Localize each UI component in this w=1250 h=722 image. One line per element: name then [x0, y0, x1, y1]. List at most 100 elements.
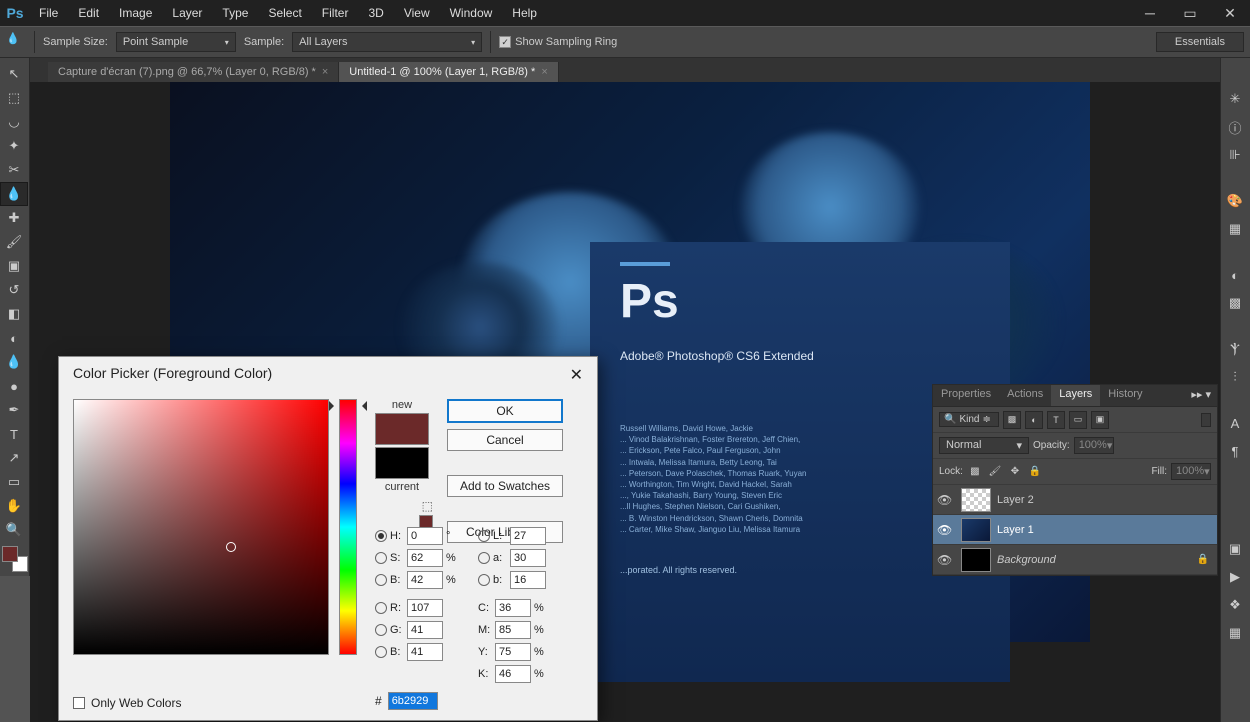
brush-tool[interactable]: 🖌 — [0, 230, 28, 254]
filter-adjust-icon[interactable]: ◐ — [1025, 411, 1043, 429]
channels-icon[interactable]: ▦ — [1221, 620, 1249, 646]
layer-row[interactable]: 👁Layer 1 — [933, 515, 1217, 545]
filter-shape-icon[interactable]: ▭ — [1069, 411, 1087, 429]
layer-name[interactable]: Layer 1 — [997, 524, 1213, 536]
shape-tool[interactable]: ▭ — [0, 470, 28, 494]
gradient-tool[interactable]: ◐ — [0, 326, 28, 350]
close-button[interactable]: ✕ — [1210, 0, 1250, 26]
minimize-button[interactable]: ─ — [1130, 0, 1170, 26]
panel-menu-icon[interactable]: ▸▸ ▾ — [1185, 385, 1217, 406]
brush-panel-icon[interactable]: Ⲯ — [1221, 336, 1249, 362]
layer-thumbnail[interactable] — [961, 518, 991, 542]
hex-input[interactable] — [388, 692, 438, 710]
lock-transparent-icon[interactable]: ▩ — [967, 464, 983, 480]
menu-help[interactable]: Help — [503, 2, 546, 24]
opacity-value[interactable]: 100%▾ — [1074, 437, 1114, 454]
visibility-icon[interactable]: 👁 — [937, 493, 955, 507]
b-radio[interactable] — [375, 574, 387, 586]
blur-tool[interactable]: 💧 — [0, 350, 28, 374]
hand-tool[interactable]: ✋ — [0, 494, 28, 518]
lasso-tool[interactable]: ◡ — [0, 110, 28, 134]
r-radio[interactable] — [375, 602, 387, 614]
panel-tab-layers[interactable]: Layers — [1051, 385, 1100, 406]
tab-close-icon[interactable]: × — [322, 66, 328, 78]
move-tool[interactable]: ↖ — [0, 62, 28, 86]
h-radio[interactable] — [375, 530, 387, 542]
compass-icon[interactable]: ✳ — [1221, 86, 1249, 112]
lock-pixels-icon[interactable]: 🖌 — [987, 464, 1003, 480]
pen-tool[interactable]: ✒ — [0, 398, 28, 422]
lock-all-icon[interactable]: 🔒 — [1027, 464, 1043, 480]
foreground-swatch[interactable] — [2, 546, 18, 562]
adjustments-icon[interactable]: ◐ — [1221, 262, 1249, 288]
menu-3d[interactable]: 3D — [359, 2, 392, 24]
c-input[interactable] — [495, 599, 531, 617]
hue-cursor[interactable] — [335, 400, 361, 412]
char-panel-icon[interactable]: A — [1221, 410, 1249, 436]
path-select-tool[interactable]: ↗ — [0, 446, 28, 470]
crop-tool[interactable]: ✂ — [0, 158, 28, 182]
show-sampling-ring-checkbox[interactable]: ✓ Show Sampling Ring — [499, 36, 617, 48]
y-input[interactable] — [495, 643, 531, 661]
layer-row[interactable]: 👁Background🔒 — [933, 545, 1217, 575]
color-swatches[interactable] — [2, 546, 28, 572]
current-color-swatch[interactable] — [375, 447, 429, 479]
filter-toggle[interactable] — [1201, 413, 1211, 427]
rgb-b-input[interactable] — [407, 643, 443, 661]
fill-value[interactable]: 100%▾ — [1171, 463, 1211, 480]
para-panel-icon[interactable]: ¶ — [1221, 438, 1249, 464]
a-input[interactable] — [510, 549, 546, 567]
menu-image[interactable]: Image — [110, 2, 161, 24]
s-radio[interactable] — [375, 552, 387, 564]
panel-tab-actions[interactable]: Actions — [999, 385, 1051, 406]
menu-layer[interactable]: Layer — [163, 2, 211, 24]
rgb-b-radio[interactable] — [375, 646, 387, 658]
a-radio[interactable] — [478, 552, 490, 564]
stamp-tool[interactable]: ▣ — [0, 254, 28, 278]
layer-thumbnail[interactable] — [961, 488, 991, 512]
eraser-tool[interactable]: ◧ — [0, 302, 28, 326]
histogram-icon[interactable]: ⊪ — [1221, 142, 1249, 168]
lab-b-radio[interactable] — [478, 574, 490, 586]
quick-select-tool[interactable]: ✦ — [0, 134, 28, 158]
eyedropper-tool[interactable]: 💧 — [0, 182, 28, 206]
layer-row[interactable]: 👁Layer 2 — [933, 485, 1217, 515]
b-input[interactable] — [407, 571, 443, 589]
l-input[interactable] — [510, 527, 546, 545]
filter-smart-icon[interactable]: ▣ — [1091, 411, 1109, 429]
menu-window[interactable]: Window — [441, 2, 502, 24]
dialog-close-icon[interactable]: ✕ — [570, 365, 583, 385]
web-colors-checkbox[interactable] — [73, 697, 85, 709]
layer-kind-filter[interactable]: 🔍Kind ≑ — [939, 412, 999, 427]
lab-b-input[interactable] — [510, 571, 546, 589]
add-swatches-button[interactable]: Add to Swatches — [447, 475, 563, 497]
maximize-button[interactable]: ▭ — [1170, 0, 1210, 26]
play-icon[interactable]: ▶ — [1221, 564, 1249, 590]
sample-select[interactable]: All Layers — [292, 32, 482, 52]
zoom-tool[interactable]: 🔍 — [0, 518, 28, 542]
panel-tab-properties[interactable]: Properties — [933, 385, 999, 406]
r-input[interactable] — [407, 599, 443, 617]
l-radio[interactable] — [478, 530, 490, 542]
cancel-button[interactable]: Cancel — [447, 429, 563, 451]
menu-filter[interactable]: Filter — [313, 2, 358, 24]
healing-tool[interactable]: ✚ — [0, 206, 28, 230]
menu-edit[interactable]: Edit — [69, 2, 108, 24]
saturation-brightness-field[interactable] — [73, 399, 329, 655]
layer-thumbnail[interactable] — [961, 548, 991, 572]
filter-pixel-icon[interactable]: ▩ — [1003, 411, 1021, 429]
k-input[interactable] — [495, 665, 531, 683]
sample-size-select[interactable]: Point Sample — [116, 32, 236, 52]
menu-type[interactable]: Type — [213, 2, 257, 24]
type-tool[interactable]: T — [0, 422, 28, 446]
document-tab[interactable]: Capture d'écran (7).png @ 66,7% (Layer 0… — [48, 62, 339, 82]
h-input[interactable] — [407, 527, 443, 545]
tab-close-icon[interactable]: × — [541, 66, 547, 78]
styles-icon[interactable]: ▩ — [1221, 290, 1249, 316]
document-tab[interactable]: Untitled-1 @ 100% (Layer 1, RGB/8) *× — [339, 62, 558, 82]
hue-slider[interactable] — [339, 399, 357, 655]
menu-view[interactable]: View — [395, 2, 439, 24]
brush-presets-icon[interactable]: ⫶ — [1221, 364, 1249, 390]
m-input[interactable] — [495, 621, 531, 639]
sb-cursor[interactable] — [226, 542, 236, 552]
